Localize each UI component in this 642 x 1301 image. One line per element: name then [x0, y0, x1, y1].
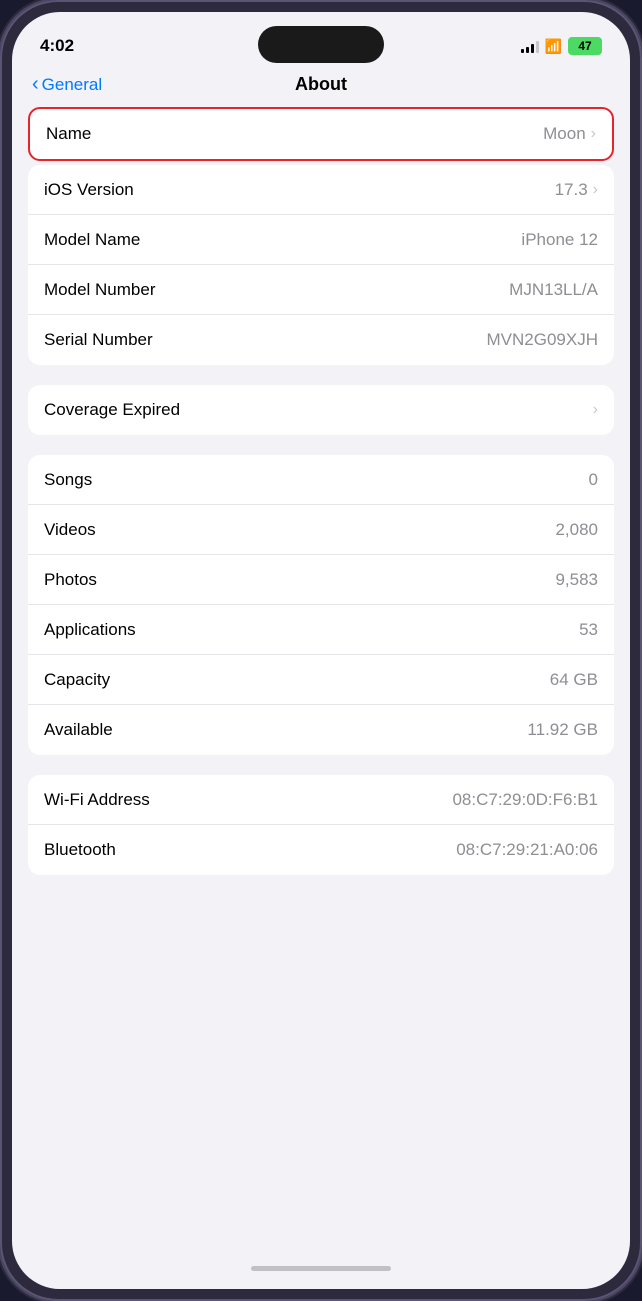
network-group: Wi-Fi Address 08:C7:29:0D:F6:B1 Bluetoot… [28, 775, 614, 875]
name-value: Moon [543, 124, 586, 144]
device-details-group: iOS Version 17.3 › Model Name iPhone 12 [28, 165, 614, 365]
coverage-expired-label: Coverage Expired [44, 400, 180, 420]
model-name-value: iPhone 12 [521, 230, 598, 250]
model-number-label: Model Number [44, 280, 156, 300]
songs-row: Songs 0 [28, 455, 614, 505]
wifi-address-label: Wi-Fi Address [44, 790, 150, 810]
settings-content: Name Moon › iOS Version 17.3 › [12, 107, 630, 1254]
videos-row: Videos 2,080 [28, 505, 614, 555]
photos-row: Photos 9,583 [28, 555, 614, 605]
name-chevron-icon: › [591, 125, 596, 143]
songs-value: 0 [589, 470, 598, 490]
back-label: General [42, 75, 102, 95]
nav-bar: ‹ General About [12, 66, 630, 107]
coverage-group: Coverage Expired › [28, 385, 614, 435]
coverage-expired-row[interactable]: Coverage Expired › [28, 385, 614, 435]
battery-icon: 47 [568, 37, 602, 55]
capacity-value: 64 GB [550, 670, 598, 690]
model-number-value: MJN13LL/A [509, 280, 598, 300]
model-name-row: Model Name iPhone 12 [28, 215, 614, 265]
status-icons: 📶 47 [521, 37, 602, 55]
photos-value: 9,583 [555, 570, 598, 590]
name-row[interactable]: Name Moon › [30, 109, 612, 159]
available-label: Available [44, 720, 113, 740]
applications-row: Applications 53 [28, 605, 614, 655]
capacity-row: Capacity 64 GB [28, 655, 614, 705]
applications-label: Applications [44, 620, 136, 640]
ios-version-value: 17.3 [555, 180, 588, 200]
chevron-left-icon: ‹ [32, 73, 39, 96]
serial-number-value: MVN2G09XJH [487, 330, 598, 350]
wifi-address-value: 08:C7:29:0D:F6:B1 [452, 790, 598, 810]
videos-label: Videos [44, 520, 96, 540]
name-row-container: Name Moon › [28, 107, 614, 161]
signal-icon [521, 40, 539, 53]
bluetooth-value: 08:C7:29:21:A0:06 [456, 840, 598, 860]
ios-version-row[interactable]: iOS Version 17.3 › [28, 165, 614, 215]
wifi-icon: 📶 [545, 38, 562, 55]
media-group: Songs 0 Videos 2,080 Photos 9,583 Applic… [28, 455, 614, 755]
serial-number-row: Serial Number MVN2G09XJH [28, 315, 614, 365]
applications-value: 53 [579, 620, 598, 640]
phone-screen: 4:02 📶 47 ‹ General About [12, 12, 630, 1289]
ios-version-label: iOS Version [44, 180, 134, 200]
available-row: Available 11.92 GB [28, 705, 614, 755]
back-button[interactable]: ‹ General [32, 73, 102, 96]
capacity-label: Capacity [44, 670, 110, 690]
device-info-group: Name Moon › iOS Version 17.3 › [28, 107, 614, 365]
serial-number-label: Serial Number [44, 330, 153, 350]
ios-chevron-icon: › [593, 181, 598, 199]
page-title: About [295, 74, 347, 95]
bluetooth-row: Bluetooth 08:C7:29:21:A0:06 [28, 825, 614, 875]
wifi-address-row: Wi-Fi Address 08:C7:29:0D:F6:B1 [28, 775, 614, 825]
status-time: 4:02 [40, 36, 74, 56]
phone-frame: 4:02 📶 47 ‹ General About [0, 0, 642, 1301]
available-value: 11.92 GB [527, 720, 598, 740]
photos-label: Photos [44, 570, 97, 590]
coverage-chevron-icon: › [593, 401, 598, 419]
model-number-row: Model Number MJN13LL/A [28, 265, 614, 315]
bluetooth-label: Bluetooth [44, 840, 116, 860]
home-indicator[interactable] [251, 1266, 391, 1271]
dynamic-island [258, 26, 384, 63]
model-name-label: Model Name [44, 230, 140, 250]
songs-label: Songs [44, 470, 92, 490]
videos-value: 2,080 [555, 520, 598, 540]
name-label: Name [46, 124, 91, 144]
